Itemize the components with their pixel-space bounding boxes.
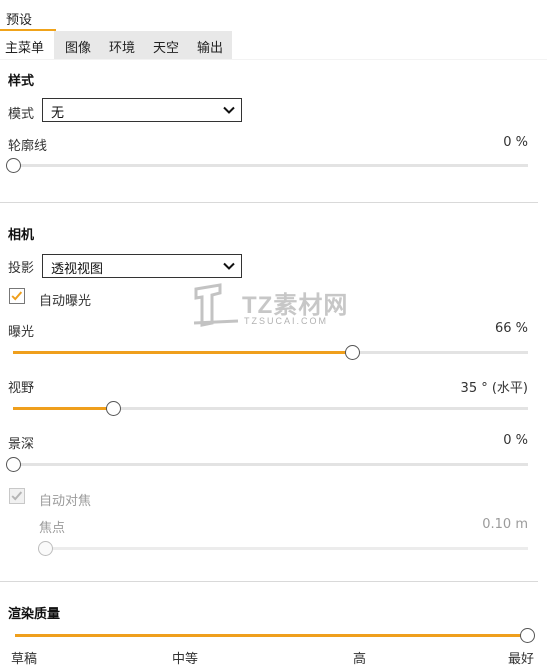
outline-label: 轮廓线 [8, 139, 48, 154]
dof-slider-thumb[interactable] [5, 457, 21, 472]
auto-focus-label: 自动对焦 [39, 494, 92, 509]
render-quality-slider[interactable] [15, 634, 527, 637]
fov-label: 视野 [8, 381, 35, 396]
watermark-title: TZ素材网 [242, 292, 349, 319]
exposure-label: 曝光 [8, 325, 35, 340]
section-divider [0, 202, 538, 203]
section-title-render-quality: 渲染质量 [8, 607, 61, 622]
auto-exposure-checkbox[interactable] [9, 288, 25, 304]
tab-output[interactable]: 输出 [192, 31, 232, 59]
checkmark-icon [11, 291, 23, 301]
projection-label: 投影 [8, 261, 35, 276]
tab-environment[interactable]: 环境 [104, 31, 144, 59]
mode-dropdown[interactable]: 无 [42, 98, 242, 122]
exposure-value: 66 % [494, 321, 528, 336]
exposure-slider-fill [13, 351, 353, 354]
fov-slider[interactable] [13, 407, 528, 410]
tab-main-menu[interactable]: 主菜单 [0, 31, 54, 59]
header-divider [0, 59, 547, 60]
exposure-slider-thumb[interactable] [345, 345, 361, 360]
chevron-down-icon [223, 106, 235, 114]
render-quality-tick-draft: 草稿 [11, 652, 38, 667]
tab-preset[interactable]: 预设 [0, 0, 56, 31]
chevron-down-icon [223, 262, 235, 270]
auto-focus-checkbox[interactable] [9, 488, 25, 504]
dof-slider[interactable] [13, 463, 528, 466]
tab-sky[interactable]: 天空 [148, 31, 188, 59]
checkmark-icon [11, 491, 23, 501]
watermark-emblem-icon [193, 283, 239, 327]
focus-slider[interactable] [45, 547, 528, 550]
projection-dropdown[interactable]: 透视视图 [42, 254, 242, 278]
focus-value: 0.10 m [482, 517, 528, 532]
focus-label: 焦点 [39, 521, 66, 536]
watermark-logo: TZ素材网 TZSUCAI.COM [190, 283, 365, 333]
outline-slider-thumb[interactable] [5, 158, 21, 173]
focus-slider-thumb[interactable] [37, 541, 53, 556]
render-quality-tick-medium: 中等 [172, 652, 199, 667]
tab-image[interactable]: 图像 [60, 31, 100, 59]
render-quality-tick-best: 最好 [508, 652, 535, 667]
dof-value: 0 % [503, 433, 528, 448]
exposure-slider[interactable] [13, 351, 528, 354]
watermark-subtitle: TZSUCAI.COM [244, 316, 328, 326]
dof-label: 景深 [8, 437, 35, 452]
mode-label: 模式 [8, 107, 35, 122]
mode-dropdown-value: 无 [51, 106, 65, 121]
section-title-style: 样式 [8, 74, 35, 89]
section-divider [0, 581, 538, 582]
fov-slider-fill [13, 407, 114, 410]
section-title-camera: 相机 [8, 228, 35, 243]
render-quality-slider-fill [15, 634, 527, 637]
render-quality-tick-high: 高 [353, 652, 367, 667]
outline-value: 0 % [503, 135, 528, 150]
auto-exposure-label: 自动曝光 [39, 294, 92, 309]
outline-slider[interactable] [13, 164, 528, 167]
fov-slider-thumb[interactable] [105, 401, 121, 416]
projection-dropdown-value: 透视视图 [51, 262, 104, 277]
render-quality-slider-thumb[interactable] [519, 628, 535, 643]
fov-value: 35 ° (水平) [460, 381, 528, 396]
